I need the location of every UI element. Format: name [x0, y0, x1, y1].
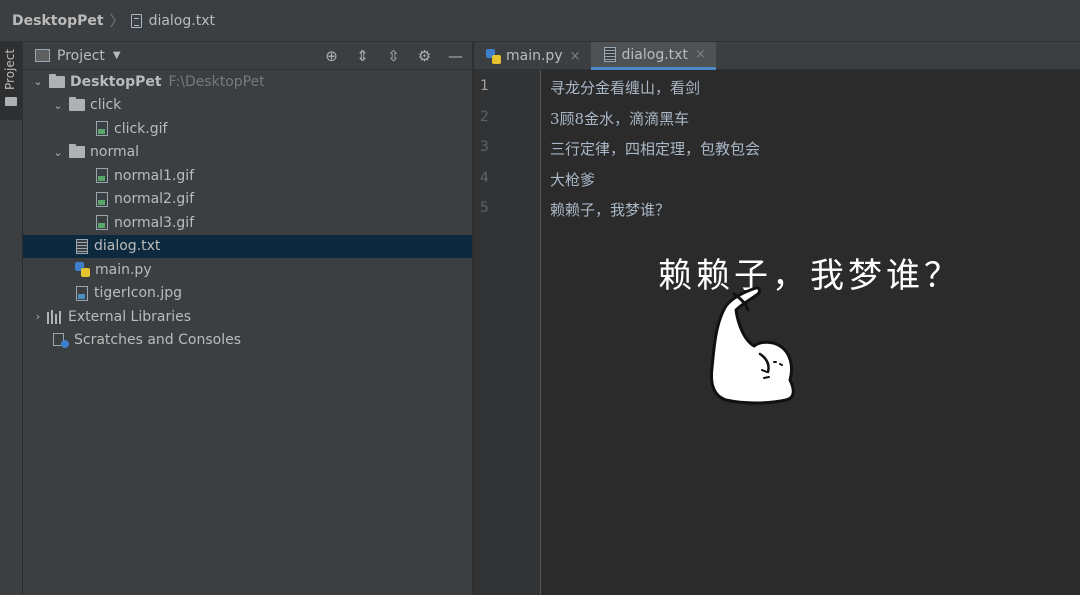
tree-item-click-folder[interactable]: ⌄ click: [23, 94, 472, 118]
project-tool-tab[interactable]: Project: [0, 42, 23, 120]
image-file-icon: [96, 121, 108, 137]
python-file-icon: [486, 48, 501, 64]
navigation-bar: DesktopPet 〉 dialog.txt: [0, 0, 1080, 42]
collapse-all-icon[interactable]: ⇳: [385, 47, 402, 65]
text-file-icon: [76, 238, 88, 254]
tree-item-label: External Libraries: [68, 308, 191, 325]
breadcrumb-file[interactable]: dialog.txt: [149, 13, 215, 29]
tree-item-normal1-gif[interactable]: normal1.gif: [23, 164, 472, 188]
tree-item-normal2-gif[interactable]: normal2.gif: [23, 188, 472, 212]
python-file-icon: [75, 262, 90, 278]
library-icon: [47, 309, 63, 324]
folder-icon: [5, 97, 17, 106]
chevron-down-icon[interactable]: ⌄: [51, 146, 65, 159]
code-line[interactable]: 3顾8金水，滴滴黑车: [550, 108, 689, 129]
code-line[interactable]: 赖赖子，我梦谁？: [550, 199, 670, 220]
tree-item-main-py[interactable]: main.py: [23, 258, 472, 282]
code-line[interactable]: 三行定律，四相定理，包教包会: [550, 138, 760, 159]
tree-item-path: F:\DesktopPet: [168, 73, 265, 90]
project-tree: ⌄ DesktopPet F:\DesktopPet ⌄ click click…: [23, 70, 472, 352]
code-line[interactable]: 寻龙分金看缠山，看剑: [550, 77, 700, 98]
code-line[interactable]: 大枪爹: [550, 169, 595, 190]
tab-label: dialog.txt: [621, 46, 688, 63]
close-icon[interactable]: ×: [570, 49, 581, 64]
project-toolbar: ⊕ ⇕ ⇳ ⚙ —: [323, 47, 472, 65]
project-tool-label: Project: [3, 48, 17, 90]
project-view-icon: [35, 49, 50, 62]
text-file-icon: [603, 47, 616, 62]
line-number: 2: [480, 109, 489, 125]
gear-icon[interactable]: ⚙: [416, 47, 433, 65]
tree-item-label: dialog.txt: [94, 238, 161, 255]
tree-item-tigericon-jpg[interactable]: tigerIcon.jpg: [23, 282, 472, 306]
tree-item-click-gif[interactable]: click.gif: [23, 117, 472, 141]
tree-item-label: normal1.gif: [114, 167, 195, 184]
scratches-icon: [53, 332, 69, 348]
tree-item-dialog-txt[interactable]: dialog.txt: [23, 234, 472, 258]
breadcrumb-project[interactable]: DesktopPet: [12, 13, 104, 29]
folder-icon: [69, 144, 85, 159]
folder-icon: [49, 73, 65, 88]
line-number: 1: [480, 78, 489, 94]
tab-main-py[interactable]: main.py ×: [474, 42, 591, 70]
folder-icon: [69, 97, 85, 112]
tree-item-label: tigerIcon.jpg: [94, 285, 183, 302]
chevron-down-icon[interactable]: ⌄: [31, 75, 45, 88]
project-view-title[interactable]: Project: [57, 48, 105, 64]
hide-panel-icon[interactable]: —: [447, 47, 464, 65]
chevron-down-icon[interactable]: ▼: [113, 50, 121, 61]
editor-tab-bar: main.py × dialog.txt ×: [474, 42, 1080, 70]
meme-cartoon-figure: [710, 286, 795, 405]
tree-item-label: normal2.gif: [114, 191, 195, 208]
tree-item-label: click.gif: [114, 120, 168, 137]
project-panel-header: Project ▼ ⊕ ⇕ ⇳ ⚙ —: [23, 42, 472, 70]
expand-all-icon[interactable]: ⇕: [354, 47, 371, 65]
tool-window-stripe: Project: [0, 42, 23, 595]
tree-item-root[interactable]: ⌄ DesktopPet F:\DesktopPet: [23, 70, 472, 94]
line-number: 4: [480, 170, 489, 186]
breadcrumb-separator-icon: 〉: [109, 12, 125, 30]
image-file-icon: [76, 285, 88, 301]
tree-item-scratches[interactable]: Scratches and Consoles: [23, 329, 472, 353]
tree-item-normal-folder[interactable]: ⌄ normal: [23, 141, 472, 165]
tab-dialog-txt[interactable]: dialog.txt ×: [590, 42, 716, 70]
close-icon[interactable]: ×: [695, 47, 706, 62]
tree-item-normal3-gif[interactable]: normal3.gif: [23, 211, 472, 235]
chevron-down-icon[interactable]: ⌄: [51, 99, 65, 112]
tab-label: main.py: [506, 48, 563, 64]
chevron-right-icon[interactable]: ›: [31, 310, 45, 323]
line-number: 3: [480, 139, 489, 155]
tree-item-label: click: [90, 97, 122, 114]
tree-item-label: main.py: [95, 261, 152, 278]
image-file-icon: [96, 215, 108, 231]
tree-item-label: Scratches and Consoles: [74, 332, 241, 349]
tree-item-label: normal3.gif: [114, 214, 195, 231]
project-panel: Project ▼ ⊕ ⇕ ⇳ ⚙ — ⌄ DesktopPet F:\Desk…: [23, 42, 473, 595]
tree-item-label: normal: [90, 144, 140, 161]
line-number-gutter: 1 2 3 4 5: [474, 70, 541, 595]
text-file-icon: [130, 13, 142, 28]
locate-file-icon[interactable]: ⊕: [323, 47, 340, 65]
tree-item-label: DesktopPet: [70, 73, 162, 90]
image-file-icon: [96, 191, 108, 207]
line-number: 5: [480, 200, 489, 216]
image-file-icon: [96, 168, 108, 184]
tree-item-external-libraries[interactable]: › External Libraries: [23, 305, 472, 329]
